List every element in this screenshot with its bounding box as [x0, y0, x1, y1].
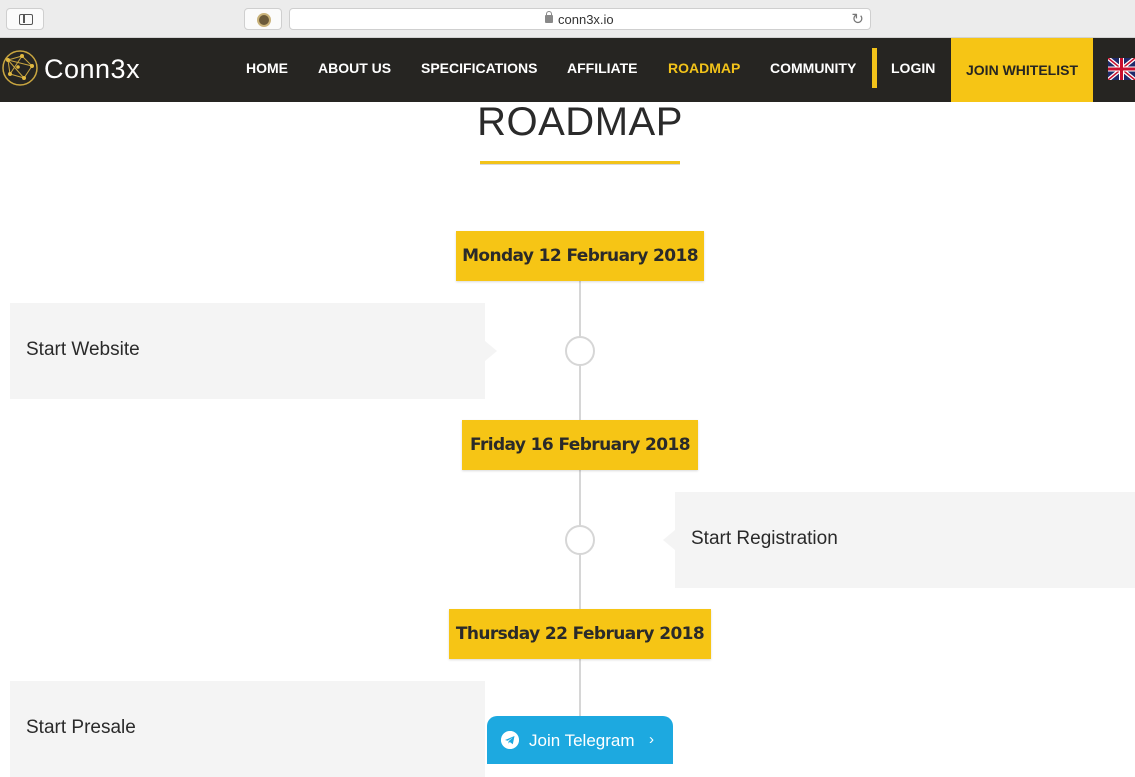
extension-button[interactable] [244, 8, 282, 30]
lock-icon [545, 11, 553, 23]
timeline-event-card: Start Registration [663, 492, 1135, 588]
chevron-right-icon: › [649, 731, 654, 748]
nav-roadmap[interactable]: ROADMAP [668, 60, 740, 76]
telegram-label: Join Telegram [529, 731, 635, 750]
nav-login[interactable]: LOGIN [891, 60, 935, 76]
card-pointer [663, 530, 675, 550]
telegram-icon [501, 731, 519, 749]
brand-name[interactable]: Conn3x [44, 54, 140, 85]
title-underline [480, 161, 680, 165]
timeline-event-label: Start Presale [26, 717, 136, 738]
reload-icon[interactable]: ↻ [851, 10, 864, 28]
timeline-node [565, 525, 595, 555]
timeline-event-card: Start Website [10, 303, 497, 399]
browser-toolbar: conn3x.io ↻ [0, 0, 1135, 38]
page-title: ROADMAP [477, 100, 683, 144]
uk-flag-icon[interactable] [1108, 58, 1135, 80]
timeline-event-label: Start Registration [691, 528, 838, 549]
timeline-date-badge: Friday 16 February 2018 [462, 420, 698, 470]
nav-about-us[interactable]: ABOUT US [318, 60, 391, 76]
join-whitelist-button[interactable]: JOIN WHITELIST [951, 38, 1093, 102]
timeline-node [565, 336, 595, 366]
nav-divider [872, 48, 877, 88]
address-bar[interactable]: conn3x.io ↻ [289, 8, 871, 30]
brand-logo-icon[interactable] [0, 46, 44, 90]
sidebar-toggle-button[interactable] [6, 8, 44, 30]
nav-affiliate[interactable]: AFFILIATE [567, 60, 638, 76]
url-text: conn3x.io [558, 12, 614, 27]
timeline-date-badge: Thursday 22 February 2018 [449, 609, 711, 659]
nav-community[interactable]: COMMUNITY [770, 60, 856, 76]
timeline-event-label: Start Website [26, 339, 140, 360]
nav-home[interactable]: HOME [246, 60, 288, 76]
timeline-event-card: Start Presale [10, 681, 485, 777]
site-navbar: Conn3x HOME ABOUT US SPECIFICATIONS AFFI… [0, 38, 1135, 102]
timeline-date-badge: Monday 12 February 2018 [456, 231, 704, 281]
extension-icon [257, 13, 271, 27]
card-pointer [485, 341, 497, 361]
sidebar-icon [19, 14, 33, 25]
join-telegram-button[interactable]: Join Telegram › [487, 716, 673, 764]
nav-specifications[interactable]: SPECIFICATIONS [421, 60, 537, 76]
